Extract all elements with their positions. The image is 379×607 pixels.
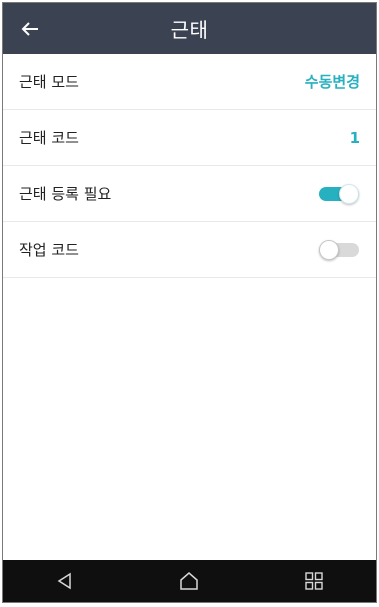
work-code-toggle[interactable] bbox=[319, 239, 359, 260]
nav-home-button[interactable] bbox=[169, 566, 209, 596]
setting-label: 작업 코드 bbox=[19, 241, 79, 259]
app-screen: 근태 근태 모드 수동변경 근태 코드 1 근태 등록 필요 작업 코드 bbox=[2, 2, 377, 603]
toggle-knob bbox=[319, 239, 339, 260]
back-button[interactable] bbox=[17, 16, 43, 42]
recents-icon bbox=[305, 572, 323, 590]
setting-row-attendance-mode[interactable]: 근태 모드 수동변경 bbox=[3, 54, 376, 110]
toggle-knob bbox=[339, 183, 359, 204]
back-arrow-icon bbox=[21, 22, 38, 36]
setting-label: 근태 모드 bbox=[19, 73, 79, 91]
setting-row-registration-required: 근태 등록 필요 bbox=[3, 166, 376, 222]
system-nav-bar bbox=[3, 560, 376, 602]
setting-value: 1 bbox=[349, 128, 360, 147]
back-triangle-icon bbox=[57, 572, 71, 590]
nav-recents-button[interactable] bbox=[294, 566, 334, 596]
setting-value: 수동변경 bbox=[304, 73, 360, 91]
page-title: 근태 bbox=[170, 18, 209, 42]
settings-list: 근태 모드 수동변경 근태 코드 1 근태 등록 필요 작업 코드 bbox=[3, 54, 376, 278]
registration-required-toggle[interactable] bbox=[319, 183, 359, 204]
setting-label: 근태 등록 필요 bbox=[19, 185, 112, 203]
setting-row-attendance-code[interactable]: 근태 코드 1 bbox=[3, 110, 376, 166]
setting-row-work-code: 작업 코드 bbox=[3, 222, 376, 278]
home-icon bbox=[180, 572, 199, 590]
app-bar: 근태 bbox=[3, 3, 376, 54]
nav-back-button[interactable] bbox=[45, 566, 85, 596]
setting-label: 근태 코드 bbox=[19, 129, 79, 147]
